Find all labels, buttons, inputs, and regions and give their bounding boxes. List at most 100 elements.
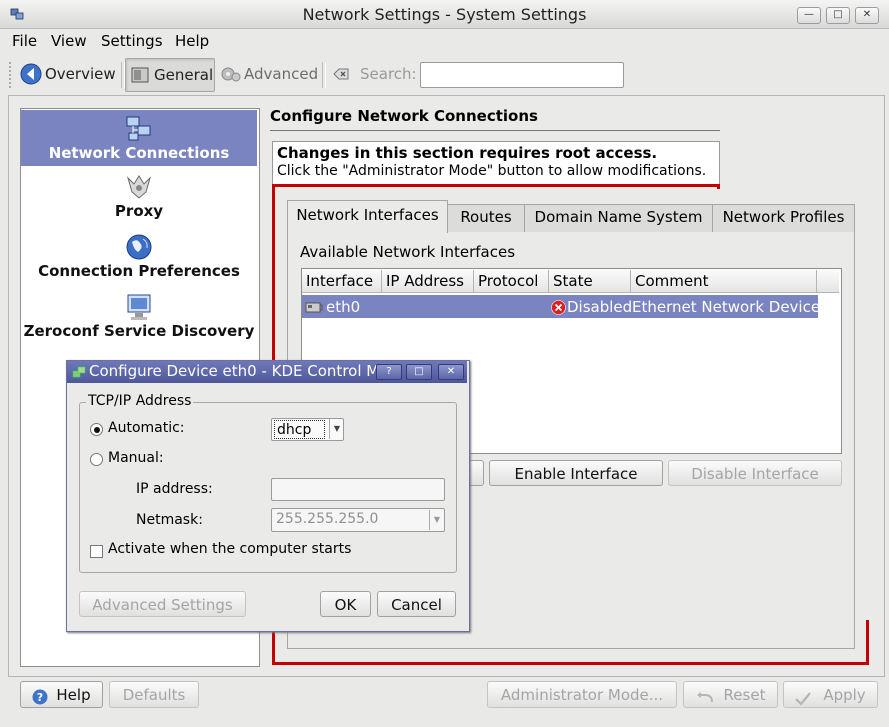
maximize-icon: □ <box>414 366 424 377</box>
radio-selected-dot <box>93 426 100 433</box>
manual-label: Manual: <box>108 450 164 466</box>
chevron-down-icon[interactable]: ▼ <box>429 510 444 530</box>
apply-label: Apply <box>823 685 866 704</box>
search-label: Search: <box>360 65 417 83</box>
dialog-close-button[interactable]: ✕ <box>438 364 464 380</box>
disabled-border <box>272 662 869 665</box>
tab-network-profiles[interactable]: Network Profiles <box>712 204 855 232</box>
available-interfaces-label: Available Network Interfaces <box>300 243 516 261</box>
sidebar-item-network-connections[interactable]: Network Connections <box>21 110 257 166</box>
enable-interface-button[interactable]: Enable Interface <box>489 460 663 486</box>
netmask-value: 255.255.255.0 <box>276 511 379 527</box>
disabled-border <box>272 184 720 187</box>
maximize-button[interactable]: □ <box>826 7 850 24</box>
gears-icon <box>220 64 242 84</box>
apply-button[interactable]: Apply <box>783 681 878 708</box>
automatic-radio[interactable] <box>90 423 103 436</box>
window-title: Network Settings - System Settings <box>302 5 587 24</box>
close-button[interactable]: ✕ <box>855 7 879 24</box>
protocol-value: dhcp <box>274 420 325 439</box>
column-header[interactable]: State <box>549 270 631 293</box>
advanced-button[interactable]: Advanced <box>220 58 320 90</box>
group-title: TCP/IP Address <box>86 393 194 409</box>
cell-interface: eth0 <box>326 298 361 316</box>
globe-icon <box>124 232 154 262</box>
close-icon: ✕ <box>446 366 456 377</box>
question-icon: ? <box>386 366 392 377</box>
tab-network-interfaces[interactable]: Network Interfaces <box>287 200 448 233</box>
activate-label: Activate when the computer starts <box>108 541 352 557</box>
menu-file[interactable]: File <box>12 32 37 50</box>
tab-domain-name-system[interactable]: Domain Name System <box>524 204 713 232</box>
network-icon <box>124 114 154 144</box>
column-header-filler <box>817 270 839 293</box>
ok-button[interactable]: OK <box>320 591 371 617</box>
ip-address-input[interactable] <box>271 478 445 501</box>
sidebar-item-label: Connection Preferences <box>38 262 240 280</box>
sidebar-item-zeroconf[interactable]: Zeroconf Service Discovery <box>21 292 257 348</box>
proxy-icon <box>124 172 154 202</box>
column-header[interactable]: IP Address <box>382 270 474 293</box>
dialog-app-icon[interactable] <box>72 365 87 379</box>
menu-view[interactable]: View <box>51 32 87 50</box>
cell-comment: Ethernet Network Device <box>632 298 821 316</box>
disable-interface-button[interactable]: Disable Interface <box>668 460 842 486</box>
back-arrow-icon <box>20 63 42 85</box>
column-header[interactable]: Comment <box>631 270 817 293</box>
overview-label: Overview <box>45 65 116 83</box>
administrator-mode-button[interactable]: Administrator Mode... <box>487 681 677 708</box>
defaults-button[interactable]: Defaults <box>109 681 199 708</box>
disabled-border <box>717 184 720 189</box>
disabled-status-icon <box>551 300 566 315</box>
manual-radio[interactable] <box>90 453 103 466</box>
minimize-button[interactable]: — <box>797 7 821 24</box>
toolbar-handle[interactable] <box>9 62 15 88</box>
general-button[interactable]: General <box>125 58 215 92</box>
reset-label: Reset <box>723 685 766 704</box>
clear-search-icon[interactable] <box>333 67 349 81</box>
close-icon: ✕ <box>862 9 872 20</box>
sidebar-item-label: Proxy <box>114 202 164 220</box>
sidebar-item-proxy[interactable]: Proxy <box>21 172 257 228</box>
disabled-border <box>866 620 869 665</box>
cell-state: Disabled <box>567 298 633 316</box>
column-header[interactable]: Protocol <box>474 270 549 293</box>
advanced-label: Advanced <box>244 65 319 83</box>
automatic-label: Automatic: <box>108 420 185 436</box>
sidebar-item-label: Zeroconf Service Discovery <box>23 322 255 340</box>
monitor-icon <box>124 292 154 322</box>
netmask-label: Netmask: <box>136 512 203 528</box>
minimize-icon: — <box>804 9 814 20</box>
general-icon <box>130 65 150 85</box>
chevron-down-icon[interactable]: ▼ <box>329 419 344 439</box>
menu-settings[interactable]: Settings <box>101 32 163 50</box>
reset-icon <box>696 688 714 702</box>
tab-routes[interactable]: Routes <box>447 204 525 232</box>
notice-heading: Changes in this section requires root ac… <box>277 144 658 162</box>
sidebar-item-connection-preferences[interactable]: Connection Preferences <box>21 232 257 288</box>
title-divider <box>270 130 720 131</box>
netmask-combobox[interactable]: 255.255.255.0 ▼ <box>271 508 445 532</box>
reset-button[interactable]: Reset <box>683 681 778 708</box>
maximize-icon: □ <box>833 9 843 20</box>
overview-button[interactable]: Overview <box>20 58 120 90</box>
menu-help[interactable]: Help <box>175 32 209 50</box>
page-title: Configure Network Connections <box>270 107 538 125</box>
checkmark-icon <box>795 688 812 706</box>
search-input[interactable] <box>420 62 624 88</box>
svg-text:?: ? <box>37 691 43 704</box>
notice-text: Click the "Administrator Mode" button to… <box>277 163 707 179</box>
activate-checkbox[interactable] <box>90 545 103 558</box>
dialog-title: Configure Device eth0 - KDE Control Modu… <box>89 362 377 380</box>
dialog-help-button[interactable]: ? <box>376 364 402 380</box>
toolbar-separator <box>322 62 326 88</box>
protocol-combobox[interactable]: dhcp ▼ <box>271 418 344 441</box>
sidebar-item-label: Network Connections <box>48 144 230 162</box>
dialog-maximize-button[interactable]: □ <box>406 364 432 380</box>
help-button[interactable]: ? Help <box>20 681 103 708</box>
cancel-button[interactable]: Cancel <box>377 591 456 617</box>
network-card-icon <box>305 299 323 315</box>
column-header[interactable]: Interface <box>302 270 382 293</box>
advanced-settings-button[interactable]: Advanced Settings <box>79 591 246 617</box>
help-icon: ? <box>32 687 48 704</box>
